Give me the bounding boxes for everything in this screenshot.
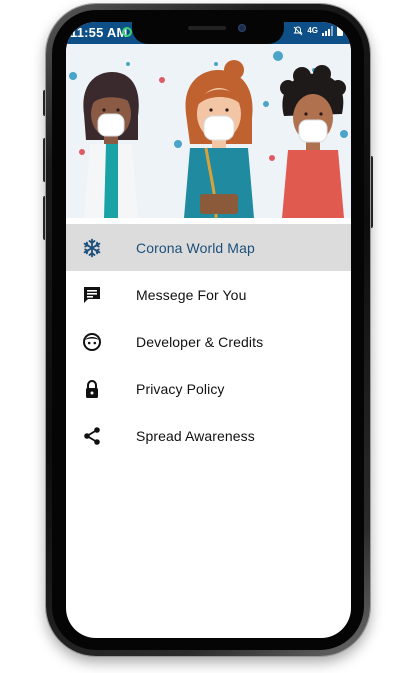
snowflake-icon bbox=[82, 238, 102, 258]
phone-notch bbox=[132, 18, 284, 44]
menu-item-label: Corona World Map bbox=[136, 239, 255, 256]
app-notification-icon bbox=[122, 27, 132, 37]
menu-item-corona-world-map[interactable]: Corona World Map bbox=[66, 224, 351, 271]
person-right bbox=[280, 65, 346, 218]
status-icons: 4G bbox=[293, 25, 343, 36]
menu-item-message-for-you[interactable]: Messege For You bbox=[66, 271, 351, 318]
phone-screen: 11:55 AM 4G Corona World Map Messege For… bbox=[66, 22, 351, 638]
message-icon bbox=[82, 285, 102, 305]
earpiece-speaker bbox=[188, 26, 226, 30]
network-type-label: 4G bbox=[307, 26, 318, 35]
status-time: 11:55 AM bbox=[70, 25, 128, 40]
menu-item-developer-credits[interactable]: Developer & Credits bbox=[66, 318, 351, 365]
person-left bbox=[83, 72, 139, 218]
menu-item-spread-awareness[interactable]: Spread Awareness bbox=[66, 412, 351, 459]
menu-item-label: Spread Awareness bbox=[136, 427, 255, 444]
menu-item-privacy-policy[interactable]: Privacy Policy bbox=[66, 365, 351, 412]
menu-item-label: Developer & Credits bbox=[136, 333, 264, 350]
header-illustration bbox=[66, 44, 351, 218]
battery-icon bbox=[337, 25, 343, 36]
menu-item-label: Privacy Policy bbox=[136, 380, 225, 397]
front-camera bbox=[238, 24, 246, 32]
masked-people-illustration bbox=[69, 51, 348, 218]
phone-mockup: 11:55 AM 4G Corona World Map Messege For… bbox=[0, 0, 415, 673]
lock-icon bbox=[82, 379, 102, 399]
menu-item-label: Messege For You bbox=[136, 286, 247, 303]
face-icon bbox=[82, 332, 102, 352]
notifications-off-icon bbox=[293, 26, 303, 35]
person-middle bbox=[184, 60, 254, 218]
navigation-drawer-menu: Corona World Map Messege For You Develop… bbox=[66, 224, 351, 459]
share-icon bbox=[82, 426, 102, 446]
signal-icon bbox=[322, 25, 333, 36]
